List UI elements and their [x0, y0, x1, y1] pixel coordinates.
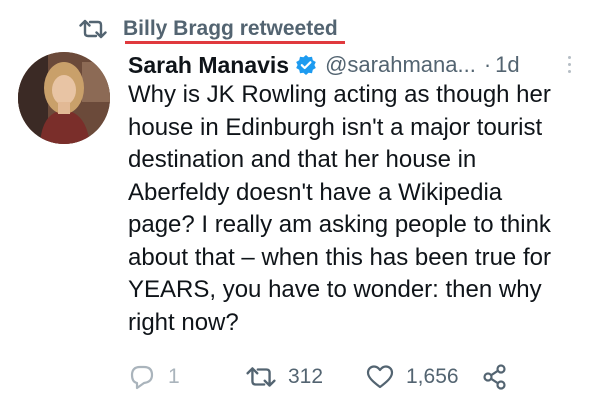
- avatar[interactable]: [18, 52, 110, 144]
- reply-button[interactable]: 1: [128, 360, 180, 394]
- author-handle[interactable]: @sarahmana...: [325, 52, 476, 78]
- tweet-timestamp[interactable]: 1d: [495, 52, 519, 78]
- retweet-count: 312: [288, 365, 324, 388]
- verified-badge-icon: [295, 54, 317, 76]
- separator-dot: ·: [483, 52, 492, 77]
- like-button[interactable]: 1,656: [366, 360, 459, 394]
- share-button[interactable]: [482, 360, 508, 394]
- highlight-underline: [125, 41, 345, 44]
- more-options-icon[interactable]: [559, 52, 579, 76]
- reply-count: 1: [168, 365, 180, 388]
- tweet-text: Why is JK Rowling acting as though her h…: [128, 81, 551, 336]
- heart-icon: [366, 364, 394, 390]
- retweet-icon: [246, 365, 276, 389]
- retweet-button[interactable]: 312: [246, 360, 323, 394]
- action-bar: 1 312 1,656: [128, 360, 588, 394]
- author-display-name[interactable]: Sarah Manavis: [128, 52, 289, 79]
- retweeted-by-link[interactable]: Billy Bragg retweeted: [123, 17, 338, 41]
- reply-icon: [128, 364, 156, 390]
- share-icon: [482, 364, 508, 390]
- like-count: 1,656: [406, 365, 459, 388]
- tweet-header: Sarah Manavis @sarahmana... · 1d: [128, 50, 520, 80]
- retweet-icon: [79, 18, 107, 40]
